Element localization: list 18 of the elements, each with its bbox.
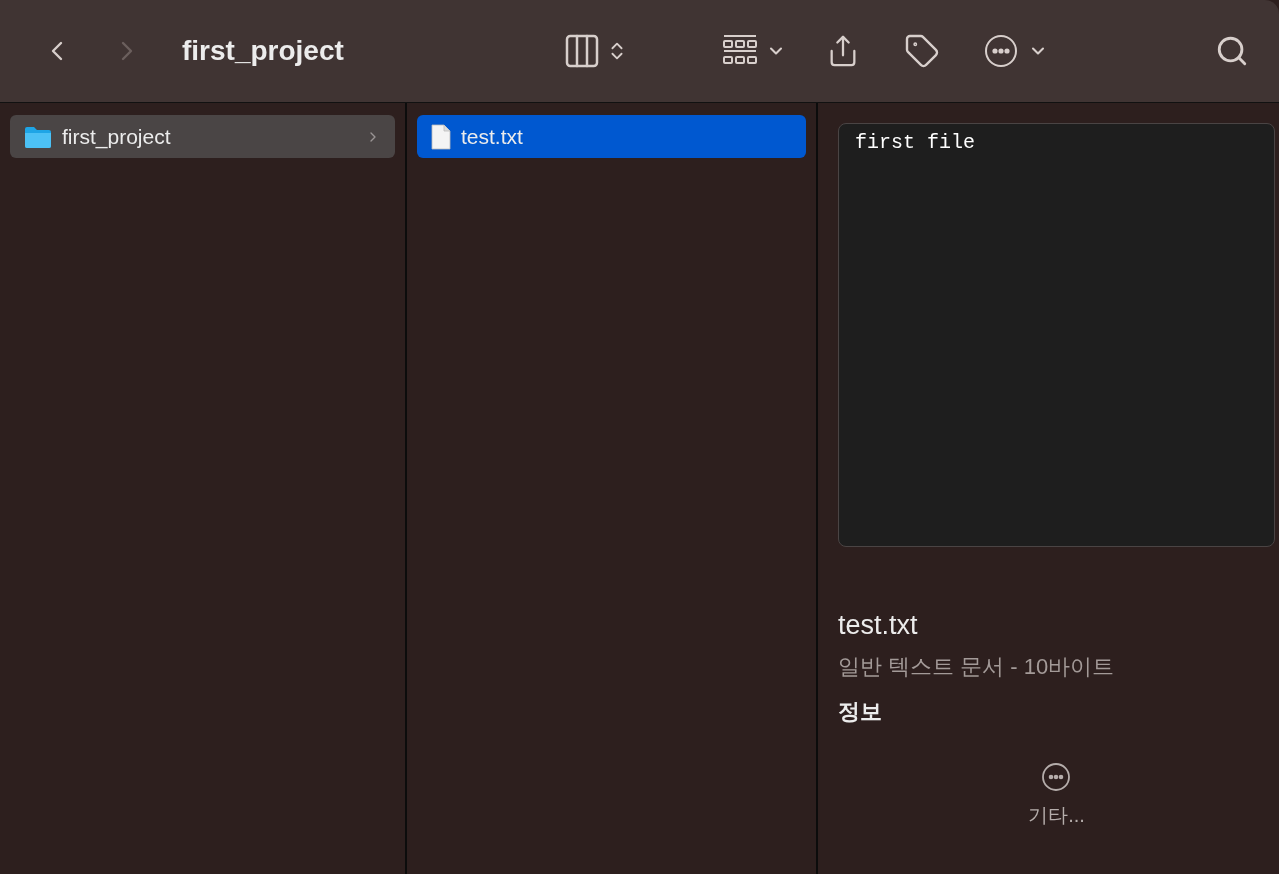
ellipsis-circle-icon bbox=[1041, 761, 1072, 792]
more-button[interactable]: 기타... bbox=[1028, 761, 1085, 830]
window-title: first_project bbox=[182, 34, 345, 68]
search-icon bbox=[1215, 34, 1249, 68]
item-name: test.txt bbox=[461, 123, 524, 150]
search-button[interactable] bbox=[1215, 34, 1249, 68]
folder-item[interactable]: first_project bbox=[10, 115, 395, 158]
file-kind-size: 일반 텍스트 문서 - 10바이트 bbox=[838, 652, 1116, 681]
tag-icon bbox=[904, 33, 940, 69]
text-file-icon bbox=[431, 123, 451, 150]
file-item[interactable]: test.txt bbox=[417, 115, 806, 158]
folder-icon bbox=[24, 125, 52, 148]
file-name: test.txt bbox=[838, 609, 919, 642]
item-name: first_project bbox=[62, 123, 172, 151]
section-heading: 정보 bbox=[838, 697, 883, 726]
ellipsis-circle-icon bbox=[984, 34, 1018, 68]
file-content: first file bbox=[855, 130, 977, 156]
tag-button[interactable] bbox=[904, 33, 940, 69]
